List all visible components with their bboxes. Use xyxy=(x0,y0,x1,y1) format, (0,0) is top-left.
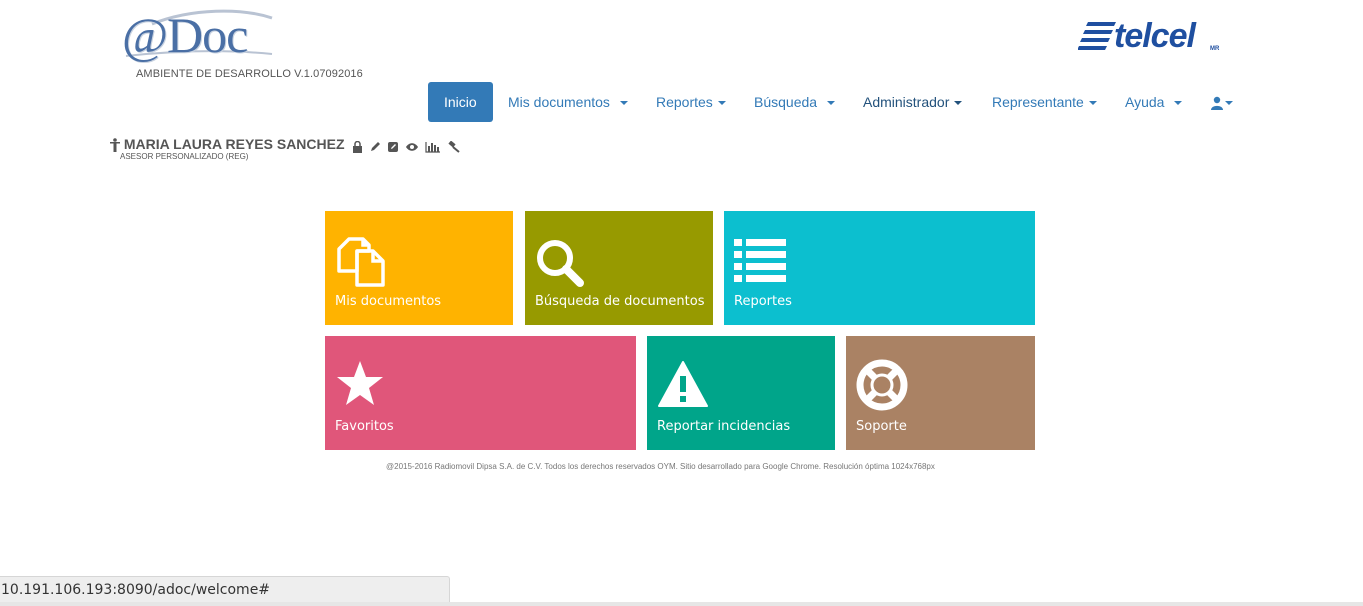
nav-ayuda[interactable]: Ayuda xyxy=(1125,82,1183,122)
environment-label: AMBIENTE DE DESARROLLO V.1.07092016 xyxy=(136,68,363,80)
warning-icon xyxy=(658,361,708,407)
tile-label: Búsqueda de documentos xyxy=(535,294,705,309)
tile-reportes[interactable]: Reportes xyxy=(724,211,1035,325)
footer-copyright: @2015-2016 Radiomovil Dipsa S.A. de C.V.… xyxy=(386,462,935,471)
gavel-icon[interactable] xyxy=(447,140,460,153)
chevron-down-icon xyxy=(1225,101,1233,106)
user-actions xyxy=(352,137,461,153)
nav-representante[interactable]: Representante xyxy=(992,82,1097,122)
browser-status-url: 10.191.106.193:8090/adoc/welcome# xyxy=(0,576,450,602)
user-info: MARIA LAURA REYES SANCHEZ xyxy=(110,136,462,153)
logo-text: @Doc xyxy=(122,7,248,63)
lifebuoy-icon xyxy=(856,359,908,411)
user-icon xyxy=(1211,97,1223,111)
nav-reportes[interactable]: Reportes xyxy=(656,82,726,122)
lock-icon[interactable] xyxy=(352,140,363,153)
tile-label: Favoritos xyxy=(335,419,394,434)
tile-label: Reportar incidencias xyxy=(657,419,791,434)
user-name: MARIA LAURA REYES SANCHEZ xyxy=(123,136,345,152)
nav-administrador[interactable]: Administrador xyxy=(863,82,963,122)
nav-label: Inicio xyxy=(444,94,477,110)
chevron-down-icon xyxy=(954,101,963,106)
nav-label: Administrador xyxy=(863,94,950,110)
tile-mis-documentos[interactable]: Mis documentos xyxy=(325,211,513,325)
nav-label: Ayuda xyxy=(1125,94,1165,110)
adoc-logo[interactable]: @Doc xyxy=(122,4,282,68)
documents-icon xyxy=(337,237,385,287)
tile-label: Soporte xyxy=(856,419,907,434)
nav-mis-documentos[interactable]: Mis documentos xyxy=(508,82,628,122)
eye-icon[interactable] xyxy=(405,141,419,153)
list-icon xyxy=(734,239,786,282)
edit-icon[interactable] xyxy=(387,141,399,153)
chart-icon[interactable] xyxy=(425,141,441,153)
nav-label: Representante xyxy=(992,94,1084,110)
star-icon xyxy=(337,361,383,405)
search-icon xyxy=(537,240,584,287)
chevron-down-icon xyxy=(826,101,835,106)
chevron-down-icon xyxy=(1174,101,1183,106)
nav-user-menu[interactable] xyxy=(1210,82,1233,122)
telcel-trademark: MR xyxy=(1210,46,1220,52)
nav-inicio[interactable]: Inicio xyxy=(428,82,493,122)
nav-label: Reportes xyxy=(656,94,713,110)
tile-busqueda-documentos[interactable]: Búsqueda de documentos xyxy=(525,211,713,325)
tile-soporte[interactable]: Soporte xyxy=(846,336,1035,450)
tile-favoritos[interactable]: Favoritos xyxy=(325,336,636,450)
user-role: ASESOR PERSONALIZADO (REG) xyxy=(120,152,249,161)
nav-label: Mis documentos xyxy=(508,94,610,110)
chevron-down-icon xyxy=(717,101,726,106)
tile-label: Reportes xyxy=(734,294,792,309)
nav-busqueda[interactable]: Búsqueda xyxy=(754,82,835,122)
telcel-wordmark: telcel xyxy=(1114,17,1196,55)
window-bottom-border xyxy=(0,602,1363,606)
person-icon xyxy=(110,138,120,153)
tile-label: Mis documentos xyxy=(335,294,442,309)
chevron-down-icon xyxy=(619,101,628,106)
telcel-logo: telcel MR xyxy=(1078,14,1228,58)
nav-label: Búsqueda xyxy=(754,94,818,110)
pencil-icon[interactable] xyxy=(369,141,381,153)
tile-reportar-incidencias[interactable]: Reportar incidencias xyxy=(647,336,835,450)
telcel-stripes-icon xyxy=(1078,22,1116,50)
chevron-down-icon xyxy=(1088,101,1097,106)
